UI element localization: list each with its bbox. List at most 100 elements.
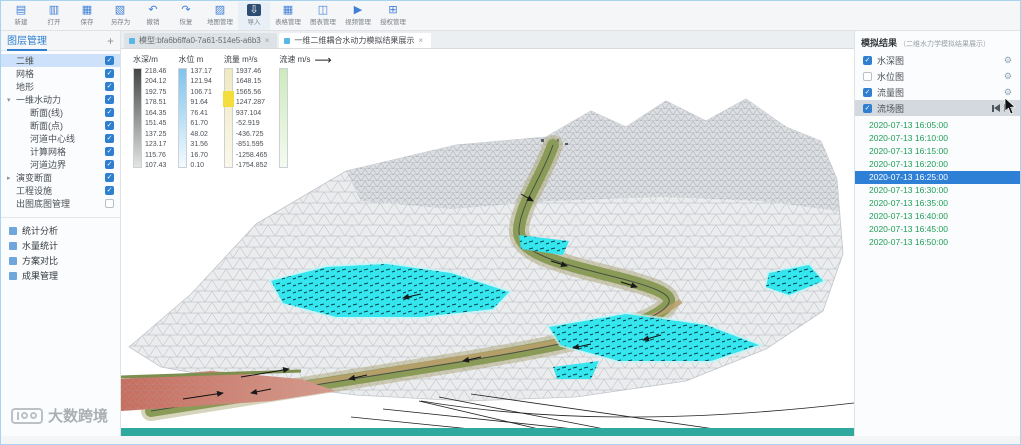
layer-visibility-checkbox[interactable]: ✓ (105, 108, 114, 117)
legend-value: 1937.46 (235, 68, 262, 75)
document-tab[interactable]: 模型:bfa6b6ffa0-7a61-514e5-a6b3 × (124, 33, 278, 48)
toolbar-button-icon: ▦ (81, 4, 93, 16)
toolbar-button[interactable]: ▤ 新建 (5, 2, 37, 30)
legend-value: -436.725 (235, 130, 264, 138)
tool-section-item[interactable]: 统计分析 (1, 223, 120, 238)
legend-value: 137.17 (190, 68, 212, 75)
layer-tree-item-label: 河道边界 (30, 160, 67, 170)
layer-tree-item[interactable]: 网格 ✓ (1, 67, 120, 80)
toolbar-button[interactable]: ▨ 地图管理 (203, 2, 237, 30)
application-window: ▤ 新建 ▥ 打开 ▦ 保存 ▧ 另存为 ↶ 撤销 ↷ 恢复 ▨ 地图管理 ⇩ … (0, 0, 1021, 445)
toolbar-button[interactable]: ↷ 恢复 (170, 2, 202, 30)
legend-value: 115.76 (145, 151, 166, 159)
3d-viewport[interactable]: 水深/m 218.46 204.12 192.75 178.51 164.35 151.4… (121, 49, 854, 428)
layer-tree-item[interactable]: 河道边界 ✓ (1, 158, 120, 171)
tool-section-item[interactable]: 成果管理 (1, 268, 120, 283)
layer-tree-item[interactable]: 河道中心线 ✓ (1, 132, 120, 145)
legend-value: 76.41 (190, 109, 208, 117)
tab-icon (129, 37, 135, 44)
result-layer-row[interactable]: ✓ 流量图 ⚙ (855, 84, 1020, 100)
layer-tree-item-label: 河道中心线 (30, 134, 76, 144)
tab-close-icon[interactable]: × (265, 36, 270, 45)
layer-settings-gear-icon[interactable]: ⚙ (1004, 55, 1012, 66)
toolbar-button[interactable]: ▥ 打开 (38, 2, 70, 30)
timestamp-item[interactable]: 2020-07-13 16:05:00 (855, 119, 1020, 132)
layer-tree-item[interactable]: 工程设施 ✓ (1, 184, 120, 197)
result-layer-row[interactable]: ✓ 水深图 ⚙ (855, 52, 1020, 68)
skip-start-icon[interactable] (992, 104, 1000, 112)
tool-section-label: 方案对比 (22, 256, 59, 266)
layer-tree-item[interactable]: 二维 ✓ (1, 54, 120, 67)
layer-visibility-checkbox[interactable]: ✓ (105, 173, 114, 182)
toolbar-button[interactable]: ▦ 表格管理 (271, 2, 305, 30)
toolbar-button[interactable]: ◫ 图表管理 (306, 2, 340, 30)
timestamp-item[interactable]: 2020-07-13 16:25:00 (855, 171, 1020, 184)
add-layer-icon[interactable]: + (107, 35, 114, 47)
layer-tree-item[interactable]: ▸ 演变断面 ✓ (1, 171, 120, 184)
layer-tree-item[interactable]: 计算网格 ✓ (1, 145, 120, 158)
layer-visibility-checkbox[interactable]: ✓ (105, 95, 114, 104)
toolbar-button[interactable]: ↶ 撤销 (137, 2, 169, 30)
toolbar-button[interactable]: ⇩ 导入 (238, 1, 270, 30)
watermark-logo-icon (11, 407, 43, 424)
layer-visibility-checkbox[interactable]: ✓ (105, 199, 114, 208)
result-layer-row[interactable]: ✓ 水位图 ⚙ (855, 68, 1020, 84)
tool-section-item[interactable]: 方案对比 (1, 253, 120, 268)
layer-visibility-checkbox[interactable]: ✓ (105, 56, 114, 65)
timestamp-item[interactable]: 2020-07-13 16:15:00 (855, 145, 1020, 158)
main-area: 模型:bfa6b6ffa0-7a61-514e5-a6b3 × 一维二维耦合水动… (121, 31, 854, 436)
layer-settings-gear-icon[interactable]: ⚙ (1004, 71, 1012, 82)
layer-tree-item[interactable]: 断面(点) ✓ (1, 119, 120, 132)
toolbar-button[interactable]: ⊞ 授权管理 (376, 2, 410, 30)
tab-close-icon[interactable]: × (418, 36, 423, 45)
tree-expander-icon[interactable]: ▸ (7, 174, 16, 182)
legend-value: 106.71 (190, 88, 212, 96)
timestamp-item[interactable]: 2020-07-13 16:20:00 (855, 158, 1020, 171)
layer-tree-item-label: 断面(线) (30, 108, 63, 118)
timestamp-item[interactable]: 2020-07-13 16:35:00 (855, 197, 1020, 210)
layer-visibility-checkbox[interactable]: ✓ (105, 134, 114, 143)
timestamp-item[interactable]: 2020-07-13 16:40:00 (855, 210, 1020, 223)
layer-tree-item[interactable]: ▾ 一维水动力 ✓ (1, 93, 120, 106)
layer-settings-gear-icon[interactable]: ⚙ (1004, 87, 1012, 98)
layer-tree-item[interactable]: 出图底图管理 ✓ (1, 197, 120, 210)
tree-expander-icon[interactable]: ▾ (7, 96, 16, 104)
results-panel-header: 模拟结果 （二维水力学模拟结果展示） (855, 31, 1020, 52)
legend-value: -1258.465 (235, 151, 268, 159)
result-layer-checkbox[interactable]: ✓ (863, 71, 872, 81)
layer-tree-item[interactable]: 地形 ✓ (1, 80, 120, 93)
toolbar-button[interactable]: ▦ 保存 (71, 2, 103, 30)
layer-visibility-checkbox[interactable]: ✓ (105, 82, 114, 91)
timestamp-item[interactable]: 2020-07-13 16:10:00 (855, 132, 1020, 145)
layer-visibility-checkbox[interactable]: ✓ (105, 121, 114, 130)
timestamp-item[interactable]: 2020-07-13 16:30:00 (855, 184, 1020, 197)
legend-value: 137.25 (145, 130, 167, 138)
tool-section-item[interactable]: 水量统计 (1, 238, 120, 253)
toolbar-button-label: 视频管理 (345, 19, 371, 26)
toolbar-button[interactable]: ▧ 另存为 (104, 2, 136, 30)
result-layer-checkbox[interactable]: ✓ (863, 103, 872, 113)
mouse-cursor-icon (1004, 97, 1016, 115)
legend-value: 0.10 (190, 161, 205, 169)
layer-visibility-checkbox[interactable]: ✓ (105, 69, 114, 78)
result-layer-checkbox[interactable]: ✓ (863, 87, 872, 97)
layer-tree-item-label: 二维 (16, 56, 35, 66)
toolbar-button-label: 撤销 (146, 19, 160, 26)
toolbar-button-label: 恢复 (179, 19, 193, 26)
tool-section-icon (9, 271, 17, 280)
legend-value: 121.94 (190, 78, 212, 86)
legend-value: -851.595 (235, 141, 264, 149)
layer-visibility-checkbox[interactable]: ✓ (105, 186, 114, 195)
timestamp-item[interactable]: 2020-07-13 16:50:00 (855, 236, 1020, 249)
result-layer-checkbox[interactable]: ✓ (863, 55, 872, 65)
layer-tree: 二维 ✓ 网格 ✓ 地形 ✓ ▾ 一维水动力 ✓ 断面(线) ✓ 断面(点) ✓… (1, 51, 120, 210)
result-layer-row[interactable]: ✓ 流场图 ⚙ (855, 100, 1020, 116)
layer-visibility-checkbox[interactable]: ✓ (105, 160, 114, 169)
toolbar-button[interactable]: ▶ 视频管理 (341, 2, 375, 30)
layer-tree-item[interactable]: 断面(线) ✓ (1, 106, 120, 119)
document-tab[interactable]: 一维二维耦合水动力模拟结果展示 × (279, 33, 432, 48)
status-strip (121, 428, 854, 436)
toolbar-button-label: 新建 (14, 19, 28, 26)
timestamp-item[interactable]: 2020-07-13 16:45:00 (855, 223, 1020, 236)
layer-visibility-checkbox[interactable]: ✓ (105, 147, 114, 156)
